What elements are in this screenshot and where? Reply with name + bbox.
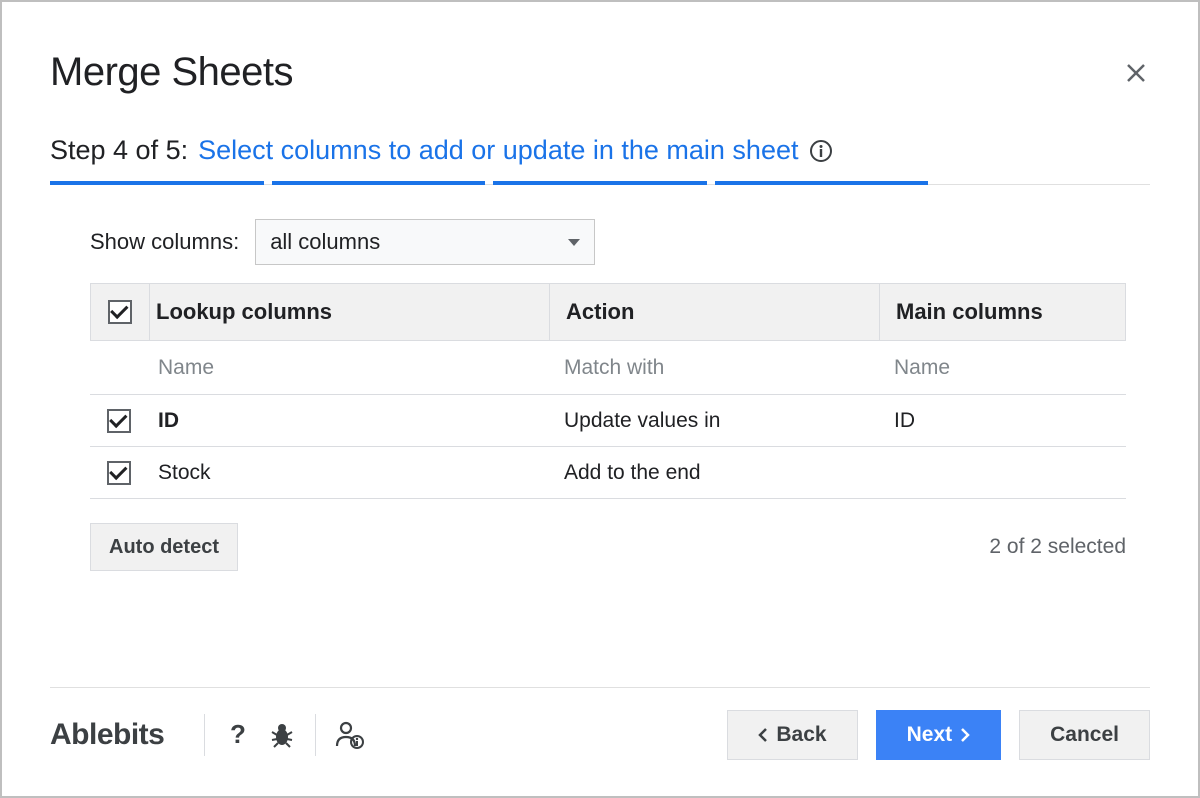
show-columns-dropdown[interactable]: all columns — [255, 219, 595, 265]
header-action: Action — [549, 284, 879, 340]
header-main: Main columns — [879, 284, 1125, 340]
progress-seg-5 — [936, 181, 1150, 185]
progress-seg-2 — [272, 181, 486, 185]
check-icon — [110, 301, 128, 319]
account-button[interactable] — [334, 720, 364, 750]
progress-seg-1 — [50, 181, 264, 185]
footer-divider — [50, 687, 1150, 688]
cancel-button[interactable]: Cancel — [1019, 710, 1150, 760]
check-icon — [109, 409, 127, 427]
progress-seg-4 — [715, 181, 929, 185]
row-lookup-name: ID — [148, 409, 548, 433]
footer-left: Ablebits ? — [50, 714, 364, 756]
chevron-down-icon — [568, 239, 580, 246]
step-description: Select columns to add or update in the m… — [198, 135, 798, 166]
dialog-title: Merge Sheets — [50, 50, 293, 95]
bug-icon — [269, 722, 295, 748]
show-columns-label: Show columns: — [90, 229, 239, 255]
next-label: Next — [907, 723, 953, 747]
help-button[interactable]: ? — [223, 720, 253, 750]
step-heading: Step 4 of 5: Select columns to add or up… — [50, 135, 1150, 166]
subheader-action: Match with — [548, 356, 878, 380]
filter-row: Show columns: all columns — [90, 219, 1150, 265]
step-prefix: Step 4 of 5: — [50, 135, 188, 166]
bug-button[interactable] — [267, 720, 297, 750]
check-icon — [109, 461, 127, 479]
close-icon — [1125, 62, 1147, 84]
chevron-left-icon — [758, 727, 768, 743]
help-icon: ? — [228, 721, 248, 749]
table-header-row: Lookup columns Action Main columns — [90, 283, 1126, 341]
row-lookup-name: Stock — [148, 461, 548, 485]
info-button[interactable] — [808, 138, 834, 164]
chevron-right-icon — [960, 727, 970, 743]
table-row[interactable]: Stock Add to the end — [90, 447, 1126, 499]
divider — [315, 714, 316, 756]
title-bar: Merge Sheets — [50, 50, 1150, 95]
show-columns-value: all columns — [270, 229, 380, 255]
select-all-checkbox[interactable] — [108, 300, 132, 324]
row-action: Add to the end — [548, 461, 878, 485]
footer-buttons: Back Next Cancel — [727, 710, 1150, 760]
select-all-cell — [91, 300, 149, 324]
selected-count: 2 of 2 selected — [989, 535, 1126, 559]
row-action: Update values in — [548, 409, 878, 433]
columns-table: Lookup columns Action Main columns Name … — [90, 283, 1126, 499]
footer: Ablebits ? Back Next — [50, 687, 1150, 760]
table-subheader-row: Name Match with Name — [90, 341, 1126, 395]
row-checkbox[interactable] — [107, 461, 131, 485]
table-row[interactable]: ID Update values in ID — [90, 395, 1126, 447]
progress-seg-3 — [493, 181, 707, 185]
info-icon — [809, 139, 833, 163]
divider — [204, 714, 205, 756]
row-main-name: ID — [878, 409, 1126, 433]
person-info-icon — [334, 720, 364, 750]
svg-text:?: ? — [230, 721, 246, 749]
merge-sheets-dialog: Merge Sheets Step 4 of 5: Select columns… — [0, 0, 1200, 798]
table-controls: Auto detect 2 of 2 selected — [90, 523, 1126, 571]
header-lookup: Lookup columns — [149, 284, 549, 340]
next-button[interactable]: Next — [876, 710, 1002, 760]
back-button[interactable]: Back — [727, 710, 857, 760]
subheader-lookup: Name — [148, 356, 548, 380]
brand-label: Ablebits — [50, 718, 186, 752]
row-checkbox[interactable] — [107, 409, 131, 433]
subheader-main: Name — [878, 356, 1126, 380]
auto-detect-button[interactable]: Auto detect — [90, 523, 238, 571]
back-label: Back — [776, 723, 826, 747]
close-button[interactable] — [1122, 59, 1150, 87]
progress-bar — [50, 180, 1150, 185]
